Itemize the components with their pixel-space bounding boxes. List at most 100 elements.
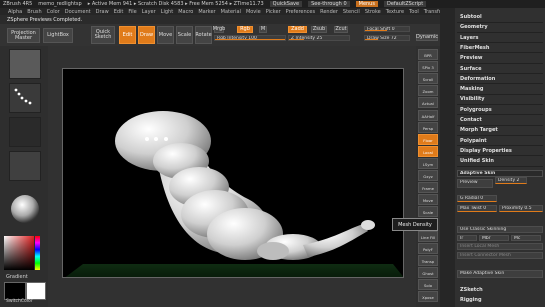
menu-layer[interactable]: Layer xyxy=(142,9,156,15)
shelf-button-aahalf[interactable]: AAHalf xyxy=(418,109,438,121)
zadd-button[interactable]: Zadd xyxy=(288,26,307,33)
proximity-slider[interactable]: Proximity 0.5 xyxy=(499,205,543,212)
edit-button[interactable]: Edit xyxy=(119,26,136,44)
quicksave-button[interactable]: QuickSave xyxy=(269,1,303,7)
insert-connector-mesh-button[interactable]: Insert Connector Mesh xyxy=(457,252,543,259)
shelf-button-zoom[interactable]: Zoom xyxy=(418,85,438,97)
rgb-intensity-slider[interactable]: Rgb Intensity 100 xyxy=(214,35,286,41)
menu-movie[interactable]: Movie xyxy=(246,9,261,15)
shelf-button-persp[interactable]: Persp xyxy=(418,121,438,133)
adaptive-skin-header[interactable]: Adaptive Skin xyxy=(457,170,543,177)
shelf-button-scroll[interactable]: Scroll xyxy=(418,73,438,85)
draw-size-slider[interactable]: Draw Size 72 xyxy=(364,35,410,41)
menu-edit[interactable]: Edit xyxy=(114,9,124,15)
move-button[interactable]: Move xyxy=(157,26,174,44)
menu-brush[interactable]: Brush xyxy=(27,9,41,15)
palette-geometry[interactable]: Geometry xyxy=(460,24,488,30)
palette-contact[interactable]: Contact xyxy=(460,117,482,123)
palette-subtool[interactable]: Subtool xyxy=(460,14,482,20)
menu-marker[interactable]: Marker xyxy=(198,9,215,15)
shelf-button-gxyz[interactable]: Gxyz xyxy=(418,170,438,181)
shelf-button-actual[interactable]: Actual xyxy=(418,97,438,109)
menu-macro[interactable]: Macro xyxy=(178,9,193,15)
quick-sketch-button[interactable]: Quick Sketch xyxy=(91,26,115,44)
density-slider[interactable]: Density 2 xyxy=(495,177,527,184)
menu-preferences[interactable]: Preferences xyxy=(286,9,315,15)
shelf-button-move[interactable]: Move xyxy=(418,194,438,206)
palette-morph-target[interactable]: Morph Target xyxy=(460,127,498,133)
default-zscript-button[interactable]: DefaultZScript xyxy=(383,1,427,7)
shelf-button-solo[interactable]: Solo xyxy=(418,278,438,290)
shelf-button-local[interactable]: Local xyxy=(418,145,438,157)
zcut-button[interactable]: Zcut xyxy=(334,26,348,33)
menus-button[interactable]: Menus xyxy=(355,1,378,7)
palette-fibermesh[interactable]: FiberMesh xyxy=(460,45,489,51)
projection-master-button[interactable]: Projection Master xyxy=(7,28,40,43)
palette-layers[interactable]: Layers xyxy=(460,35,479,41)
shelf-button-scale[interactable]: Scale xyxy=(418,206,438,218)
brush-thumbnail[interactable] xyxy=(9,49,41,79)
material-thumbnail[interactable] xyxy=(9,191,41,229)
insert-local-mesh-button[interactable]: Insert Local Mesh xyxy=(457,243,543,250)
dynamic-button[interactable]: Dynamic xyxy=(416,34,438,41)
preview-button[interactable]: Preview xyxy=(457,179,493,188)
menu-draw[interactable]: Draw xyxy=(96,9,109,15)
palette-display-properties[interactable]: Display Properties xyxy=(460,148,512,154)
lightbox-button[interactable]: LightBox xyxy=(43,28,73,43)
palette-polygroups[interactable]: Polygroups xyxy=(460,107,492,113)
shelf-button-bpr[interactable]: BPR xyxy=(418,49,438,60)
main-color-swatch[interactable] xyxy=(26,282,46,300)
menu-render[interactable]: Render xyxy=(320,9,338,15)
m-button[interactable]: M xyxy=(259,26,267,33)
secondary-color-swatch[interactable] xyxy=(4,282,26,300)
menu-tool[interactable]: Tool xyxy=(409,9,419,15)
menu-alpha[interactable]: Alpha xyxy=(8,9,22,15)
rotate-button[interactable]: Rotate xyxy=(195,26,212,44)
palette-surface[interactable]: Surface xyxy=(460,66,482,72)
switch-color-button[interactable]: SwitchColor xyxy=(6,299,33,304)
see-through-slider[interactable]: See-through 0 xyxy=(308,1,350,7)
palette-visibility[interactable]: Visibility xyxy=(460,96,485,102)
alpha-thumbnail[interactable] xyxy=(9,117,41,147)
menu-picker[interactable]: Picker xyxy=(266,9,281,15)
color-picker[interactable] xyxy=(4,236,42,274)
use-classic-skinning-button[interactable]: Use Classic Skinning xyxy=(457,226,543,233)
stroke-thumbnail[interactable] xyxy=(9,83,41,113)
ir-button[interactable]: Ir xyxy=(457,235,477,241)
focal-shift-slider[interactable]: Focal Shift 0 xyxy=(364,26,410,32)
menu-stroke[interactable]: Stroke xyxy=(365,9,381,15)
scale-button[interactable]: Scale xyxy=(176,26,193,44)
menu-material[interactable]: Material xyxy=(221,9,241,15)
menu-file[interactable]: File xyxy=(128,9,136,15)
shelf-button-ghost[interactable]: Ghost xyxy=(418,266,438,278)
shelf-button-frame[interactable]: Frame xyxy=(418,182,438,194)
menu-color[interactable]: Color xyxy=(47,9,60,15)
shelf-button-transp[interactable]: Transp xyxy=(418,254,438,266)
palette-masking[interactable]: Masking xyxy=(460,86,484,92)
mrgb-button[interactable]: Mrgb xyxy=(213,26,225,33)
mbr-button[interactable]: Mbr xyxy=(479,235,509,241)
shelf-button-line-fill[interactable]: Line Fill xyxy=(418,230,438,242)
shelf-button-lsym[interactable]: LSym xyxy=(418,157,438,169)
gradient-label[interactable]: Gradient xyxy=(6,274,28,280)
texture-thumbnail[interactable] xyxy=(9,151,41,181)
shelf-button-xpose[interactable]: Xpose xyxy=(418,291,438,302)
palette-zsketch[interactable]: ZSketch xyxy=(460,287,483,293)
palette-polypaint[interactable]: Polypaint xyxy=(460,138,487,144)
palette-unified-skin[interactable]: Unified Skin xyxy=(460,158,494,164)
palette-rigging[interactable]: Rigging xyxy=(460,297,482,303)
mc-button[interactable]: Mc xyxy=(511,235,541,241)
menu-light[interactable]: Light xyxy=(161,9,173,15)
menu-stencil[interactable]: Stencil xyxy=(343,9,360,15)
shelf-button-floor[interactable]: Floor xyxy=(418,133,438,145)
g-radial-slider[interactable]: G Radial 0 xyxy=(457,195,497,202)
zsub-button[interactable]: Zsub xyxy=(311,26,327,33)
shelf-button-spix-3[interactable]: SPix 3 xyxy=(418,61,438,73)
palette-deformation[interactable]: Deformation xyxy=(460,76,495,82)
draw-button[interactable]: Draw xyxy=(138,26,155,44)
menu-texture[interactable]: Texture xyxy=(386,9,404,15)
shelf-button-polyf[interactable]: PolyF xyxy=(418,242,438,254)
palette-preview[interactable]: Preview xyxy=(460,55,483,61)
max-twist-slider[interactable]: Max Twist 0 xyxy=(457,205,497,212)
rgb-button[interactable]: Rgb xyxy=(237,26,253,33)
